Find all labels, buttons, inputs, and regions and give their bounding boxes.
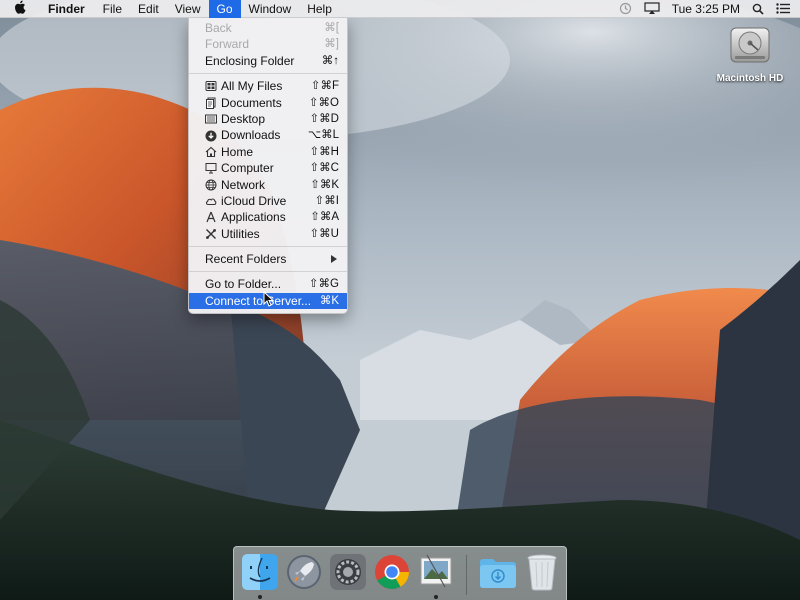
menu-help[interactable]: Help — [299, 0, 340, 18]
mouse-pointer-icon — [263, 290, 275, 310]
macintosh-hd-label: Macintosh HD — [716, 73, 784, 84]
submenu-arrow-icon — [331, 255, 337, 264]
dock-launchpad[interactable] — [284, 553, 324, 593]
go-menu-forward-label: Forward — [205, 37, 250, 52]
go-menu-desktop-label: Desktop — [221, 111, 266, 126]
go-menu-documents-shortcut: ⇧⌘O — [308, 96, 339, 109]
go-menu-network-label: Network — [221, 177, 266, 192]
go-menu-documents[interactable]: Documents ⇧⌘O — [189, 95, 347, 111]
all-my-files-icon — [205, 80, 217, 92]
go-menu-all-my-files-shortcut: ⇧⌘F — [310, 80, 339, 93]
dock-preview[interactable] — [416, 553, 456, 599]
running-indicator — [258, 595, 262, 599]
go-menu-back-label: Back — [205, 21, 232, 35]
go-menu-back-shortcut: ⌘[ — [324, 22, 339, 34]
trash-icon — [525, 553, 559, 594]
time-machine-icon[interactable] — [619, 0, 632, 18]
dock-finder[interactable] — [240, 553, 280, 599]
go-menu-recent-folders-label: Recent Folders — [205, 252, 287, 267]
desktop-icon — [205, 113, 217, 125]
dock-system-preferences[interactable] — [328, 553, 368, 593]
dock-downloads-stack[interactable] — [478, 553, 518, 593]
menu-view[interactable]: View — [167, 0, 209, 18]
running-indicator — [434, 595, 438, 599]
applications-icon — [205, 211, 217, 223]
go-menu-back[interactable]: Back ⌘[ — [189, 20, 347, 36]
go-menu-home[interactable]: Home ⇧⌘H — [189, 144, 347, 160]
go-menu-downloads[interactable]: Downloads ⌥⌘L — [189, 127, 347, 143]
dock-google-chrome[interactable] — [372, 553, 412, 593]
go-menu-home-shortcut: ⇧⌘H — [309, 145, 339, 158]
go-menu-downloads-shortcut: ⌥⌘L — [307, 129, 339, 142]
go-menu-network[interactable]: Network ⇧⌘K — [189, 177, 347, 193]
dock — [233, 546, 567, 600]
home-icon — [205, 146, 217, 158]
go-menu-computer-label: Computer — [221, 161, 274, 176]
airplay-display-icon[interactable] — [644, 0, 660, 18]
menu-file[interactable]: File — [95, 0, 130, 18]
go-menu-icloud-drive-label: iCloud Drive — [221, 193, 287, 208]
chrome-icon — [373, 553, 411, 594]
go-menu-go-to-folder-label: Go to Folder... — [205, 277, 282, 292]
downloads-icon — [205, 130, 217, 142]
go-menu-desktop-shortcut: ⇧⌘D — [309, 112, 339, 125]
go-menu-downloads-label: Downloads — [221, 128, 281, 143]
go-menu-enclosing-folder-label: Enclosing Folder — [205, 53, 295, 68]
go-menu-applications[interactable]: Applications ⇧⌘A — [189, 209, 347, 225]
go-menu-recent-folders[interactable]: Recent Folders — [189, 251, 347, 267]
go-menu-enclosing-folder[interactable]: Enclosing Folder ⌘↑ — [189, 53, 347, 69]
go-menu-enclosing-folder-shortcut: ⌘↑ — [321, 54, 339, 67]
dock-trash[interactable] — [522, 553, 562, 593]
utilities-icon — [205, 228, 217, 240]
go-menu-home-label: Home — [221, 144, 254, 159]
spotlight-search-icon[interactable] — [752, 0, 764, 18]
menu-edit[interactable]: Edit — [130, 0, 167, 18]
notification-center-icon[interactable] — [776, 0, 790, 18]
launchpad-rocket-icon — [285, 553, 323, 594]
icloud-drive-icon — [205, 195, 217, 207]
go-menu-computer-shortcut: ⇧⌘C — [309, 162, 339, 175]
apple-menu-button[interactable] — [0, 0, 40, 18]
go-menu-computer[interactable]: Computer ⇧⌘C — [189, 160, 347, 176]
computer-icon — [205, 162, 217, 174]
menu-separator — [189, 73, 347, 75]
go-menu-desktop[interactable]: Desktop ⇧⌘D — [189, 111, 347, 127]
go-menu-applications-shortcut: ⇧⌘A — [310, 211, 339, 224]
network-icon — [205, 179, 217, 191]
go-menu-icloud-drive-shortcut: ⇧⌘I — [314, 194, 339, 207]
go-menu-dropdown: Back ⌘[ Forward ⌘] Enclosing Folder ⌘↑ A… — [188, 18, 348, 315]
go-menu-utilities-label: Utilities — [221, 226, 260, 241]
menu-bar: Finder File Edit View Go Window Help Tue… — [0, 0, 800, 18]
go-menu-network-shortcut: ⇧⌘K — [310, 178, 339, 191]
go-menu-forward[interactable]: Forward ⌘] — [189, 36, 347, 52]
menu-app-finder[interactable]: Finder — [40, 0, 95, 18]
menu-separator — [189, 246, 347, 248]
menu-go[interactable]: Go — [208, 0, 241, 18]
dock-divider — [466, 555, 467, 595]
go-menu-utilities-shortcut: ⇧⌘U — [309, 227, 339, 240]
go-menu-utilities[interactable]: Utilities ⇧⌘U — [189, 226, 347, 242]
downloads-folder-icon — [478, 554, 518, 593]
go-menu-applications-label: Applications — [221, 210, 286, 225]
go-menu-forward-shortcut: ⌘] — [324, 38, 339, 51]
menu-window[interactable]: Window — [241, 0, 300, 18]
go-menu-icloud-drive[interactable]: iCloud Drive ⇧⌘I — [189, 193, 347, 209]
hard-drive-icon — [727, 22, 773, 71]
system-preferences-gear-icon — [329, 553, 367, 594]
documents-icon — [205, 97, 217, 109]
menubar-clock[interactable]: Tue 3:25 PM — [672, 0, 740, 18]
go-menu-connect-to-server-shortcut: ⌘K — [319, 294, 339, 307]
desktop-wallpaper — [0, 0, 800, 600]
go-menu-documents-label: Documents — [221, 95, 282, 110]
preview-icon — [417, 553, 455, 594]
apple-logo-icon — [14, 0, 26, 17]
finder-icon — [241, 553, 279, 594]
go-menu-go-to-folder-shortcut: ⇧⌘G — [308, 278, 339, 291]
go-menu-all-my-files-label: All My Files — [221, 79, 283, 94]
macintosh-hd-drive[interactable]: Macintosh HD — [712, 22, 788, 84]
menu-extras: Tue 3:25 PM — [607, 0, 800, 18]
menu-separator — [189, 271, 347, 273]
go-menu-all-my-files[interactable]: All My Files ⇧⌘F — [189, 78, 347, 94]
